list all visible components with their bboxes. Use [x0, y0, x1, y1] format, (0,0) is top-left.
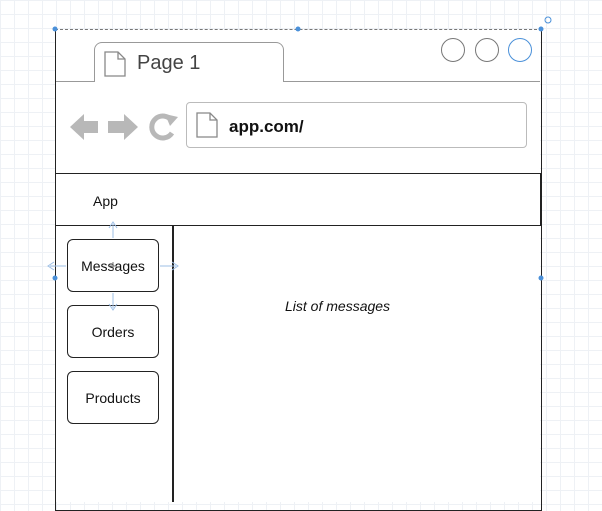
back-arrow-icon[interactable]: [70, 114, 98, 140]
navigation-icons: [70, 113, 178, 141]
maximize-button[interactable]: [475, 38, 499, 62]
app-header: [55, 173, 541, 226]
sidebar-divider: [172, 226, 174, 502]
sidebar-item-messages[interactable]: Messages: [67, 239, 159, 292]
rotate-handle: [544, 16, 552, 24]
content-placeholder-text: List of messages: [285, 298, 391, 314]
close-button[interactable]: [508, 38, 532, 62]
sidebar-item-orders[interactable]: Orders: [67, 305, 159, 358]
sidebar-item-products[interactable]: Products: [67, 371, 159, 424]
reload-icon[interactable]: [149, 113, 178, 141]
forward-arrow-icon[interactable]: [108, 114, 138, 140]
minimize-button[interactable]: [441, 38, 465, 62]
page-icon: [104, 51, 126, 77]
address-url[interactable]: app.com/: [229, 117, 304, 137]
page-icon: [196, 112, 218, 138]
tab-label: Page 1: [137, 52, 201, 74]
app-title: App: [93, 193, 118, 209]
